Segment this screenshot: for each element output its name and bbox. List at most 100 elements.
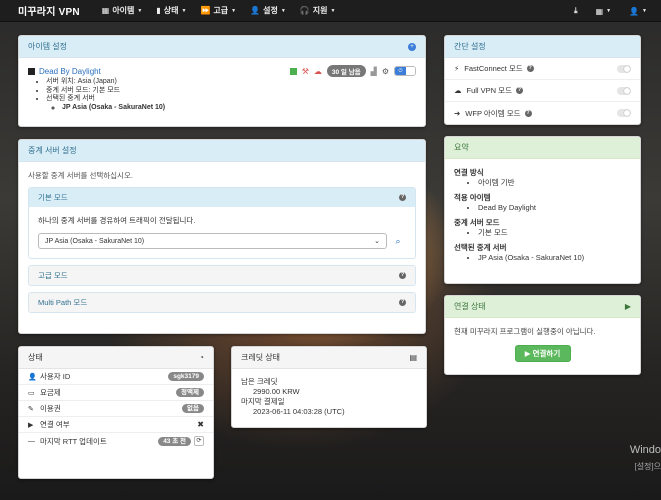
game-thumbnail-icon — [28, 67, 35, 75]
item-settings-header: 아이템 설정 + — [19, 36, 425, 58]
caret-down-icon: ▼ — [231, 7, 237, 14]
connection-body: 현재 미꾸라지 프로그램이 실행중이 아닙니다. ▶ 연결하기 — [445, 318, 640, 370]
fastconnect-row: ⚡ FastConnect 모드? — [445, 58, 640, 80]
list-item-label: 선택된 중계 서버 — [46, 95, 95, 102]
game-name-link[interactable]: Dead By Daylight — [39, 67, 101, 76]
nav-item-label: 아이템 — [112, 6, 135, 15]
status-label: 요금제 — [40, 388, 61, 397]
wfp-switch[interactable] — [617, 109, 631, 117]
connection-panel: 연결 상태 ▶ 현재 미꾸라지 프로그램이 실행중이 아닙니다. ▶ 연결하기 — [444, 295, 641, 375]
caret-down-icon: ▼ — [330, 7, 336, 14]
add-item-icon[interactable]: + — [408, 42, 416, 51]
setting-label: Full VPN 모드 — [466, 86, 512, 95]
cloud-icon: ☁ — [454, 86, 462, 95]
nav-item-status[interactable]: ▮ 상태 ▼ — [156, 5, 186, 16]
summary-panel: 요약 연결 방식 아이템 기반 적용 아이템 Dead By Daylight … — [444, 136, 641, 284]
caret-down-icon: ▼ — [137, 7, 143, 14]
panel-title: 간단 설정 — [454, 42, 486, 51]
credit-panel: 크레딧 상태 ▤ 남은 크레딧 2990.00 KRW 마지막 결제일 2023-… — [231, 346, 427, 428]
nav-item-support[interactable]: 🎧 지원 ▼ — [300, 5, 336, 16]
nav-item-items[interactable]: ▦ 아이템 ▼ — [102, 5, 143, 16]
fastconnect-switch[interactable] — [617, 64, 631, 73]
help-icon[interactable]: ? — [524, 109, 532, 117]
headset-icon: 🎧 — [299, 6, 310, 15]
download-icon: ⤓ — [574, 6, 578, 15]
nav-item-settings[interactable]: 👤 설정 ▼ — [250, 5, 286, 16]
quick-settings-panel: 간단 설정 ⚡ FastConnect 모드? ☁ Full VPN 모드? ➜ WF… — [444, 35, 641, 125]
list-item: 중계 서버 모드: 기본 모드 — [46, 87, 416, 96]
connection-header: 연결 상태 ▶ — [445, 296, 640, 318]
summary-value: JP Asia (Osaka - SakuraNet 10) — [478, 253, 631, 263]
user-menu-button[interactable]: 👤 ▼ — [629, 7, 647, 16]
panel-title: 요약 — [454, 143, 469, 152]
caret-down-icon: ▼ — [181, 7, 187, 14]
search-icon[interactable]: ⌕ — [390, 236, 406, 247]
chevron-down-icon: ⌄ — [374, 238, 380, 245]
basic-mode-header[interactable]: 기본 모드? — [29, 188, 415, 207]
arrow-right-icon: ➜ — [454, 108, 461, 118]
panel-title: 연결 상태 — [454, 302, 486, 311]
voucher-row: ✎ 이용권 없음 — [19, 401, 213, 417]
cloud-icon: ☁ — [313, 66, 322, 76]
bolt-icon: ⚡ — [454, 64, 460, 73]
connect-button-label: 연결하기 — [532, 349, 561, 358]
panel-title: 아이템 설정 — [28, 42, 68, 51]
quick-settings-header: 간단 설정 — [445, 36, 640, 58]
user-icon: 👤 — [28, 373, 37, 381]
disconnected-icon: ✖ — [197, 420, 204, 429]
help-icon[interactable]: ? — [399, 272, 406, 279]
help-icon[interactable]: ? — [515, 87, 523, 94]
basic-mode-section: 기본 모드? 하나의 중계 서버를 경유하여 트래픽이 전달됩니다. JP As… — [28, 187, 416, 259]
multipath-mode-section: Multi Path 모드? — [28, 292, 416, 313]
gear-icon[interactable]: ⚙ — [382, 67, 389, 76]
user-icon: 👤 — [629, 6, 640, 16]
apps-menu-button[interactable]: ▦ ▼ — [596, 7, 612, 16]
signal-icon: ▟ — [370, 66, 377, 76]
bar-chart-icon: ▮ — [156, 6, 161, 15]
panel-title: 크레딧 상태 — [241, 353, 281, 362]
relay-server-select[interactable]: JP Asia (Osaka - SakuraNet 10) ⌄ — [38, 233, 387, 249]
full-vpn-switch[interactable] — [617, 86, 631, 95]
basic-mode-body: 하나의 중계 서버를 경유하여 트래픽이 전달됩니다. JP Asia (Osa… — [29, 207, 415, 258]
relay-description: 사용할 중계 서버를 선택하십시오. — [28, 171, 133, 180]
download-button[interactable]: ⤓ — [574, 6, 578, 16]
nav-item-advanced[interactable]: ⏩ 고급 ▼ — [200, 5, 236, 16]
list-item: 선택된 중계 서버 JP Asia (Osaka - SakuraNet 10) — [46, 95, 416, 112]
status-badge: 없음 — [182, 404, 204, 413]
relay-select-row: JP Asia (Osaka - SakuraNet 10) ⌄ ⌕ — [38, 233, 406, 249]
last-payment-value: 2023-06-11 04:03:28 (UTC) — [253, 407, 345, 416]
summary-heading: 선택된 중계 서버 — [454, 243, 507, 252]
top-navbar: 미꾸라지 VPN ▦ 아이템 ▼ ▮ 상태 ▼ ⏩ 고급 ▼ 👤 설정 ▼ 🎧 지원 ▼ ⤓ ▦ ▼ … — [0, 0, 661, 22]
nav-item-label: 지원 — [312, 6, 328, 15]
caret-down-icon: ▼ — [280, 7, 286, 14]
grid-icon: ▦ — [101, 6, 110, 15]
multipath-mode-header[interactable]: Multi Path 모드? — [29, 293, 415, 312]
help-icon[interactable]: ? — [399, 299, 406, 306]
connect-button[interactable]: ▶ 연결하기 — [514, 345, 571, 362]
status-badge: 정액제 — [176, 388, 204, 397]
basic-mode-description: 하나의 중계 서버를 경유하여 트래픽이 전달됩니다. — [38, 216, 196, 225]
user-id-row: 👤 사용자 ID sgk3179 — [19, 369, 213, 385]
status-label: 마지막 RTT 업데이트 — [40, 436, 107, 446]
game-title-row: Dead By Daylight ⚒ ☁ 30 일 남음 ▟ ⚙ ⏻ — [28, 65, 416, 77]
help-icon[interactable]: ? — [399, 194, 406, 201]
summary-value: 기본 모드 — [478, 228, 631, 238]
game-enable-toggle[interactable]: ⏻ — [394, 66, 416, 76]
wrench-icon[interactable]: ⚒ — [302, 67, 309, 76]
nav-item-label: 고급 — [213, 6, 229, 15]
advanced-mode-header[interactable]: 고급 모드? — [29, 266, 415, 285]
brand-title[interactable]: 미꾸라지 VPN — [18, 3, 80, 18]
refresh-icon[interactable]: ⟳ — [194, 436, 204, 446]
plan-row: ▭ 요금제 정액제 — [19, 385, 213, 401]
remaining-credit-value: 2990.00 KRW — [253, 387, 300, 396]
play-icon[interactable]: ▶ — [625, 302, 631, 311]
os-activation-watermark-sub: [설정]으 — [634, 462, 661, 471]
caret-down-icon: ▼ — [642, 8, 647, 14]
advanced-mode-section: 고급 모드? — [28, 265, 416, 286]
last-payment-label: 마지막 결제일 — [241, 397, 285, 406]
remaining-credit-label: 남은 크레딧 — [241, 377, 278, 386]
grid-icon: ▦ — [595, 6, 604, 16]
help-icon[interactable]: ? — [526, 65, 534, 72]
full-vpn-row: ☁ Full VPN 모드? — [445, 80, 640, 102]
section-title: 기본 모드 — [38, 193, 68, 202]
